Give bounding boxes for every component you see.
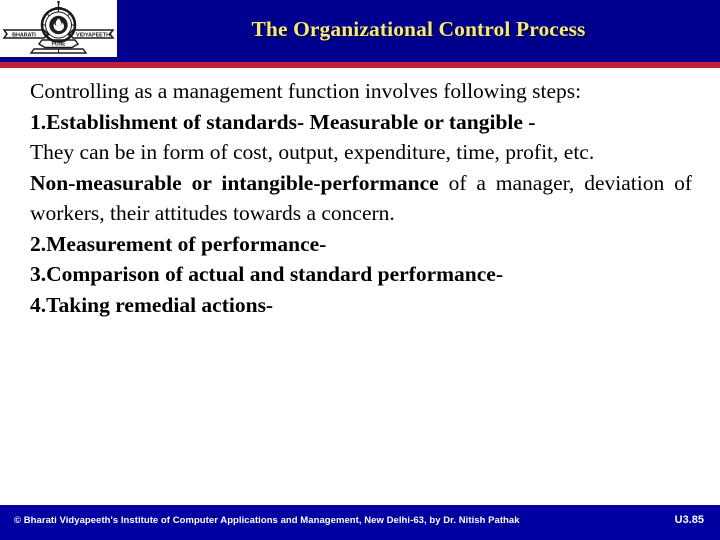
slide-title: The Organizational Control Process: [117, 0, 720, 62]
institute-logo: BHARATI VIDYAPEETH PUNE: [0, 0, 117, 57]
bharati-vidyapeeth-logo-icon: BHARATI VIDYAPEETH PUNE: [0, 0, 117, 57]
body-text-segment: 1.Establishment of standards- Measurable…: [30, 109, 536, 134]
body-line-non-measurable: Non-measurable or intangible-performance…: [30, 168, 692, 229]
body-text-segment: Controlling as a management function inv…: [30, 79, 582, 103]
logo-scroll-text: PUNE: [52, 41, 67, 47]
logo-right-banner-text: VIDYAPEETH: [76, 32, 110, 38]
slide-footer: © Bharati Vidyapeeth's Institute of Comp…: [0, 505, 720, 540]
body-text-segment: 4.Taking remedial actions-: [30, 292, 274, 317]
body-text-segment: 3.Comparison of actual and standard perf…: [30, 262, 503, 286]
logo-left-banner-text: BHARATI: [12, 32, 36, 38]
header-divider-rule: [0, 62, 720, 68]
footer-page-number: U3.85: [674, 514, 704, 526]
slide-header: BHARATI VIDYAPEETH PUNE The Organization…: [0, 0, 720, 62]
body-line-step-4: 4.Taking remedial actions-: [30, 290, 692, 321]
body-text-segment: 2.Measurement of performance-: [30, 231, 327, 256]
slide-title-text: The Organizational Control Process: [251, 16, 586, 41]
body-line-step-3: 3.Comparison of actual and standard perf…: [30, 259, 692, 290]
slide-body: Controlling as a management function inv…: [30, 76, 692, 486]
body-line-intro: Controlling as a management function inv…: [30, 76, 692, 107]
footer-credit-text: © Bharati Vidyapeeth's Institute of Comp…: [14, 515, 520, 526]
body-line-step-2: 2.Measurement of performance-: [30, 229, 692, 260]
body-line-step-1-detail: They can be in form of cost, output, exp…: [30, 137, 692, 168]
body-text-segment: They can be in form of cost, output, exp…: [30, 140, 595, 164]
footer-inner: © Bharati Vidyapeeth's Institute of Comp…: [0, 505, 720, 540]
body-text-segment: Non-measurable or intangible-performance: [30, 170, 449, 195]
body-line-step-1: 1.Establishment of standards- Measurable…: [30, 107, 692, 138]
